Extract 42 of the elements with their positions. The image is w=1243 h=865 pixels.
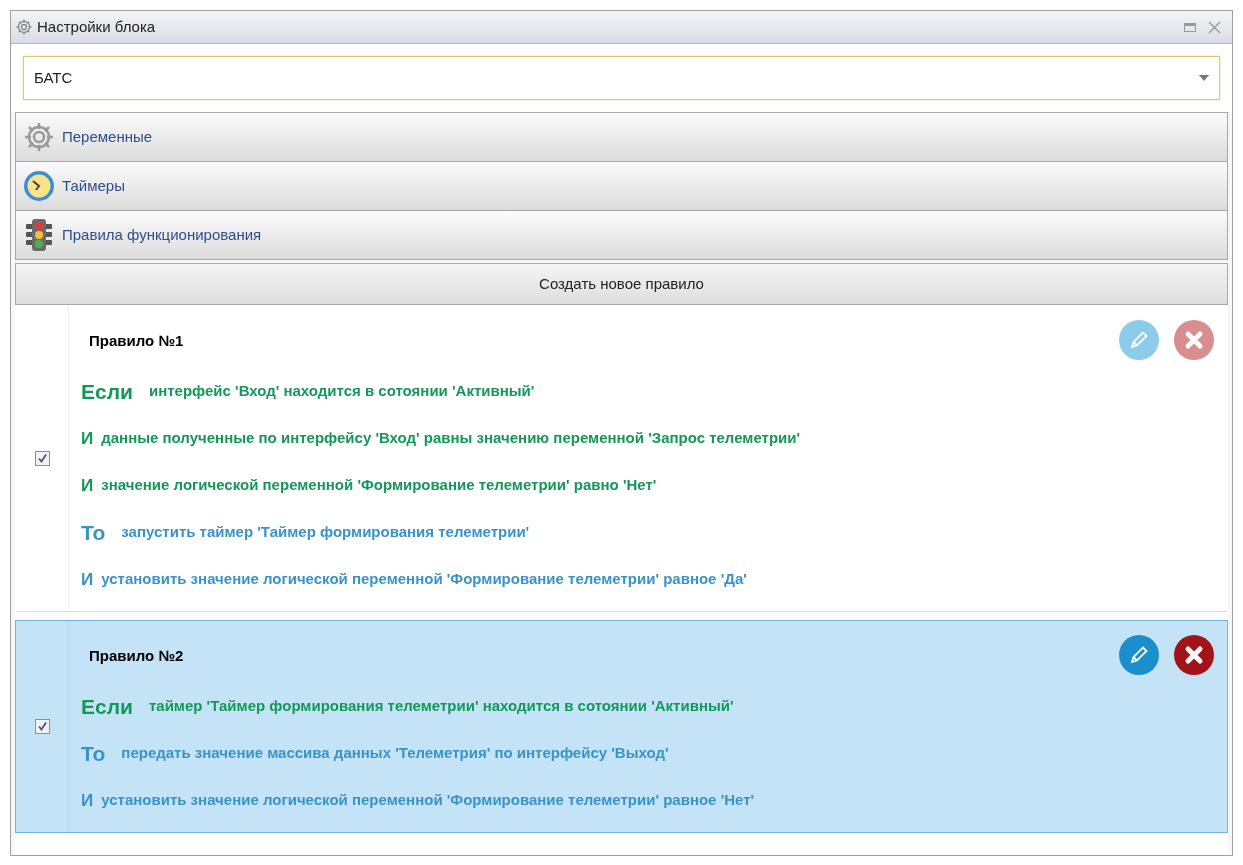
rule-clause: передать значение массива данных 'Телеметрия' по интерфейсу 'Выход' (121, 743, 669, 764)
rule-clause: запустить таймер 'Таймер формирования телеметрии' (121, 522, 530, 543)
pencil-icon (1128, 644, 1150, 666)
window-title: Настройки блока (37, 16, 157, 37)
rule-keyword: И (81, 427, 94, 450)
rule-keyword: То (81, 519, 106, 546)
check-icon (36, 721, 48, 732)
rule-clause: значение логической переменной 'Формирование телеметрии' равно 'Нет' (101, 475, 657, 496)
rule-keyword: И (81, 474, 94, 497)
rule-clause: установить значение логической переменной 'Формирование телеметрии' равное 'Да' (101, 569, 747, 590)
dropdown-caret-icon (1199, 75, 1209, 81)
check-icon (36, 453, 48, 464)
rule-title: Правило №1 (88, 330, 184, 351)
gear-icon (22, 120, 56, 154)
section-header[interactable]: Таймеры (15, 161, 1228, 211)
edit-button[interactable] (1119, 635, 1159, 675)
edit-button[interactable] (1119, 320, 1159, 360)
rule-keyword: И (81, 568, 94, 591)
close-button[interactable] (1206, 19, 1222, 35)
create-rule-button[interactable]: Создать новое правило (15, 263, 1228, 305)
rule-title: Правило №2 (88, 645, 184, 666)
rule-keyword: И (81, 789, 94, 812)
pencil-icon (1128, 329, 1150, 351)
rule-clause: установить значение логической переменной 'Формирование телеметрии' равное 'Нет' (101, 790, 755, 811)
clock-icon (22, 169, 56, 203)
rule-keyword: То (81, 740, 106, 767)
close-icon (1184, 330, 1204, 350)
delete-button[interactable] (1174, 635, 1214, 675)
rule-checkbox[interactable] (34, 719, 50, 734)
rule-clause: интерфейс 'Вход' находится в сотоянии 'Активный' (148, 381, 535, 402)
rule-keyword: Если (81, 693, 133, 720)
block-select[interactable]: БАТС (23, 56, 1220, 100)
close-icon (1207, 20, 1221, 34)
rule-card[interactable] (15, 305, 1228, 612)
close-icon (1184, 645, 1204, 665)
settings-icon (15, 18, 33, 36)
section-header[interactable]: Правила функционирования (15, 210, 1228, 260)
rule-keyword: Если (81, 378, 133, 405)
section-header[interactable]: Переменные (15, 112, 1228, 162)
rule-clause: данные полученные по интерфейсу 'Вход' равны значению переменной 'Запрос телеметрии' (101, 428, 801, 449)
rule-clause: таймер 'Таймер формирования телеметрии' находится в сотоянии 'Активный' (148, 696, 734, 717)
rule-checkbox[interactable] (34, 451, 50, 466)
